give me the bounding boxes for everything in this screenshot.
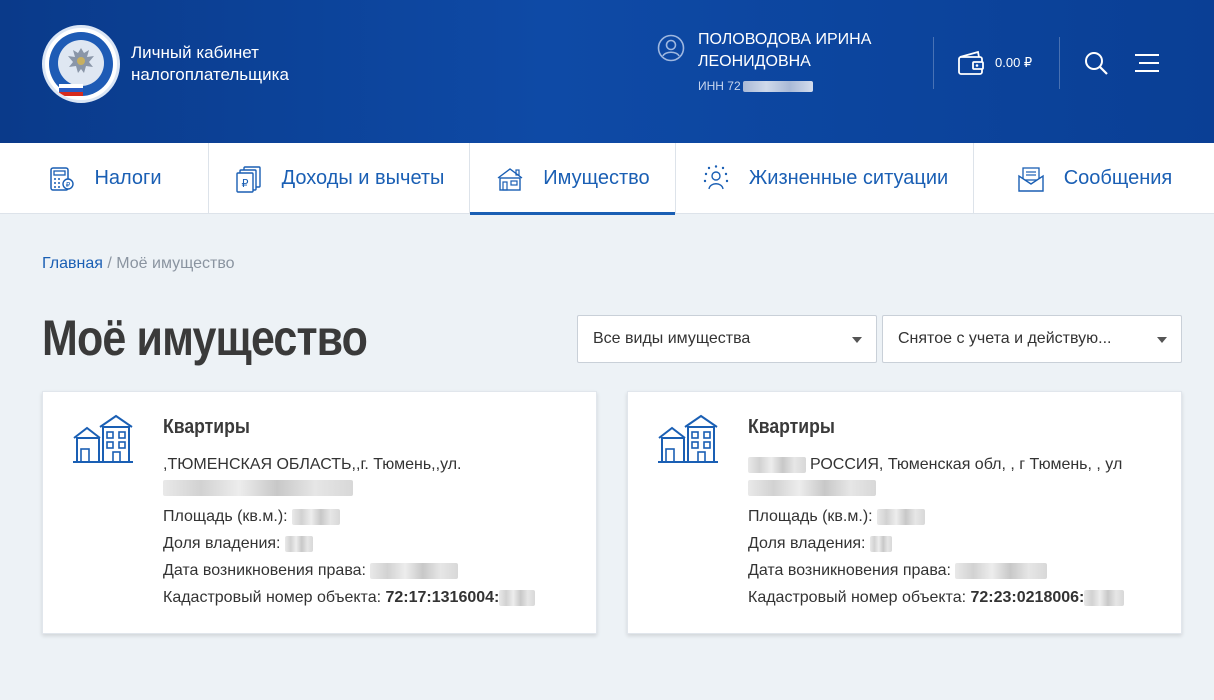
share-field: Доля владения:: [748, 535, 892, 553]
share-label: Доля владения:: [163, 535, 281, 552]
property-type-select[interactable]: Все виды имущества: [577, 315, 877, 363]
date-label: Дата возникновения права:: [748, 562, 951, 579]
wallet-icon[interactable]: [956, 49, 986, 77]
user-icon[interactable]: [657, 34, 685, 62]
address-redacted: [163, 480, 353, 497]
address-redacted: [748, 480, 876, 497]
area-label: Площадь (кв.м.):: [163, 508, 288, 525]
brand-line-2: налогоплательщика: [131, 65, 289, 84]
breadcrumb: Главная / Моё имущество: [42, 255, 235, 273]
property-card[interactable]: Квартиры ,ТЮМЕНСКАЯ ОБЛАСТЬ,,г. Тюмень,,…: [42, 391, 597, 634]
nav-item-life-situations[interactable]: Жизненные ситуации: [676, 143, 974, 214]
area-field: Площадь (кв.м.):: [163, 508, 341, 526]
status-select[interactable]: Снятое с учета и действую...: [882, 315, 1182, 363]
cadastral-field: Кадастровый номер объекта: 72:17:1316004…: [163, 589, 536, 607]
area-field: Площадь (кв.м.):: [748, 508, 926, 526]
date-field: Дата возникновения права:: [748, 562, 1048, 580]
cadastral-redacted: [1084, 589, 1125, 606]
nav-item-taxes[interactable]: ₽ Налоги: [0, 143, 209, 214]
address-text: ,ТЮМЕНСКАЯ ОБЛАСТЬ,,г. Тюмень,,ул.: [163, 456, 462, 473]
cadastral-redacted: [499, 589, 536, 606]
brand-title[interactable]: Личный кабинет налогоплательщика: [131, 42, 331, 86]
nav-label: Имущество: [543, 167, 650, 189]
breadcrumb-home[interactable]: Главная: [42, 255, 103, 272]
nav-item-income[interactable]: ₽ Доходы и вычеты: [209, 143, 470, 214]
main-nav: ₽ Налоги ₽ Доходы и вычеты Имущество Жиз…: [0, 143, 1214, 215]
chevron-down-icon: [1157, 337, 1167, 343]
area-redacted: [292, 508, 341, 525]
header: Личный кабинет налогоплательщика ПОЛОВОД…: [0, 0, 1214, 143]
address-redacted: [748, 456, 806, 473]
balance[interactable]: 0.00 ₽: [995, 55, 1032, 71]
property-type: Квартиры: [163, 416, 250, 438]
calculator-icon: ₽: [50, 166, 75, 191]
area-label: Площадь (кв.м.):: [748, 508, 873, 525]
nav-label: Налоги: [94, 167, 162, 189]
property-type: Квартиры: [748, 416, 835, 438]
nav-item-property[interactable]: Имущество: [470, 143, 676, 215]
property-address: ,ТЮМЕНСКАЯ ОБЛАСТЬ,,г. Тюмень,,ул.: [163, 454, 563, 498]
cadastral-value: 72:23:0218006:: [970, 589, 1085, 606]
header-divider: [933, 37, 934, 89]
people-icon: [703, 164, 729, 189]
brand-line-1: Личный кабинет: [131, 43, 259, 62]
chevron-down-icon: [852, 337, 862, 343]
nav-item-messages[interactable]: Сообщения: [974, 143, 1214, 214]
inn-label: ИНН 72: [698, 79, 741, 93]
user-name-line-2: ЛЕОНИДОВНА: [698, 53, 811, 70]
fns-logo[interactable]: [42, 25, 120, 103]
select-value: Все виды имущества: [593, 330, 751, 347]
inn: ИНН 72: [698, 79, 813, 93]
header-divider: [1059, 37, 1060, 89]
area-redacted: [877, 508, 926, 525]
cadastral-value: 72:17:1316004:: [385, 589, 500, 606]
apartment-building-icon: [658, 414, 718, 463]
user-name[interactable]: ПОЛОВОДОВА ИРИНА ЛЕОНИДОВНА: [698, 29, 898, 73]
search-icon[interactable]: [1083, 50, 1109, 76]
breadcrumb-separator: /: [102, 255, 117, 272]
svg-text:₽: ₽: [66, 181, 71, 189]
date-field: Дата возникновения права:: [163, 562, 459, 580]
share-redacted: [284, 535, 313, 552]
property-card[interactable]: Квартиры РОССИЯ, Тюменская обл, , г Тюме…: [627, 391, 1182, 634]
share-redacted: [869, 535, 892, 552]
date-redacted: [955, 562, 1048, 579]
page-title: Моё имущество: [42, 310, 368, 366]
share-field: Доля владения:: [163, 535, 313, 553]
svg-text:₽: ₽: [241, 177, 248, 190]
cadastral-field: Кадастровый номер объекта: 72:23:0218006…: [748, 589, 1125, 607]
ruble-docs-icon: ₽: [235, 165, 261, 193]
date-label: Дата возникновения права:: [163, 562, 366, 579]
flag-icon: [59, 84, 83, 96]
nav-label: Доходы и вычеты: [281, 167, 445, 189]
nav-label: Жизненные ситуации: [748, 167, 949, 189]
inn-redacted: [742, 81, 813, 93]
apartment-building-icon: [73, 414, 133, 463]
select-value: Снятое с учета и действую...: [898, 330, 1112, 347]
date-redacted: [370, 562, 459, 579]
envelope-icon: [1018, 166, 1044, 192]
share-label: Доля владения:: [748, 535, 866, 552]
nav-label: Сообщения: [1063, 167, 1173, 189]
property-address: РОССИЯ, Тюменская обл, , г Тюмень, , ул: [748, 454, 1148, 498]
eagle-emblem-icon: [68, 48, 94, 73]
menu-icon[interactable]: [1134, 52, 1160, 74]
user-name-line-1: ПОЛОВОДОВА ИРИНА: [698, 31, 872, 48]
cadastral-label: Кадастровый номер объекта:: [163, 589, 382, 606]
property-icon: [497, 167, 523, 191]
cadastral-label: Кадастровый номер объекта:: [748, 589, 967, 606]
address-text: РОССИЯ, Тюменская обл, , г Тюмень, , ул: [810, 456, 1123, 473]
breadcrumb-current: Моё имущество: [116, 255, 235, 272]
